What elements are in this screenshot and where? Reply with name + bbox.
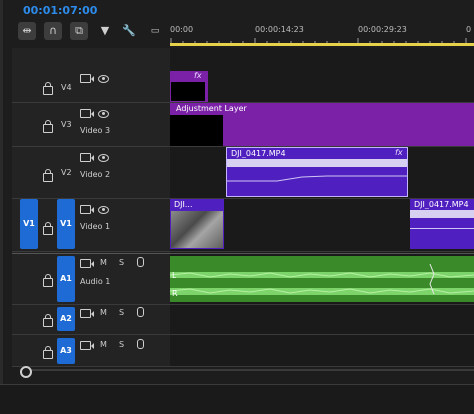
sync-lock-icon[interactable] [80,341,94,350]
sync-lock-icon[interactable] [80,309,94,318]
timecode-display[interactable]: 00:01:07:00 [23,4,97,17]
track-name-v1[interactable]: Video 1 [80,222,110,231]
lock-icon[interactable] [43,222,53,235]
clip-thumbnail [170,115,223,146]
marker-icon[interactable]: ▼ [96,22,114,40]
sync-lock-icon[interactable] [80,74,94,83]
ruler-tick-2: 00:00:29:23 [358,25,407,34]
track-name-v2[interactable]: Video 2 [80,170,110,179]
track-label-v3[interactable]: V3 [61,120,72,129]
panel-border-left [0,0,3,414]
v1-clip-b[interactable]: DJI_0417.MP4 [410,199,474,249]
microphone-icon[interactable] [137,257,144,267]
snap-icon[interactable]: ⇹ [18,22,36,40]
channel-label-left: L [172,271,177,280]
clip-title: DJI... [174,200,193,209]
track-label-v1[interactable]: V1 [57,199,75,249]
keyframe-bar[interactable] [227,159,407,167]
channel-label-right: R [172,289,178,298]
clip-title: DJI_0417.MP4 [231,149,286,158]
sync-lock-icon[interactable] [80,259,94,268]
track-separator [12,304,474,305]
clip-title: DJI_0417.MP4 [414,200,469,209]
track-label-v4[interactable]: V4 [61,83,72,92]
wrench-icon[interactable]: 🔧 [120,22,138,40]
lock-icon[interactable] [43,120,53,133]
mute-button[interactable]: M [100,258,107,267]
solo-button[interactable]: S [119,258,124,267]
ruler-tick-0: 00:00 [170,25,194,34]
keyframe-bar[interactable] [410,210,474,218]
clip-thumbnail [171,211,223,248]
source-patch-v1[interactable]: V1 [20,199,38,249]
clip-title: Adjustment Layer [176,104,247,113]
lock-icon[interactable] [43,274,53,287]
v1-clip-a[interactable]: DJI... [170,199,224,249]
track-label-a1[interactable]: A1 [57,256,75,302]
sync-lock-icon[interactable] [80,109,94,118]
mute-button[interactable]: M [100,308,107,317]
captions-icon[interactable]: ▭ [146,22,164,40]
ruler-tick-3: 0 [466,25,472,34]
eye-icon[interactable] [98,154,109,162]
track-separator [12,198,474,199]
track-name-a1[interactable]: Audio 1 [80,277,110,286]
eye-icon[interactable] [98,75,109,83]
track-separator [12,251,474,252]
panel-footer [0,384,474,414]
mute-button[interactable]: M [100,340,107,349]
lock-icon[interactable] [43,346,53,359]
magnet-icon[interactable]: ∩ [44,22,62,40]
track-name-v3[interactable]: Video 3 [80,126,110,135]
fx-badge: fx [194,71,202,80]
linked-selection-icon[interactable]: ⧉ [70,22,88,40]
v2-clip[interactable]: DJI_0417.MP4 fx [226,147,408,197]
track-label-v2[interactable]: V2 [61,168,72,177]
v4-clip[interactable]: fx [170,71,208,102]
a1-clip[interactable]: L R [170,256,474,302]
track-separator [12,366,474,367]
eye-icon[interactable] [98,206,109,214]
microphone-icon[interactable] [137,339,144,349]
horizontal-scrollbar-track[interactable] [20,369,474,371]
zoom-scroll-handle[interactable] [20,366,32,378]
lock-icon[interactable] [43,169,53,182]
sync-lock-icon[interactable] [80,153,94,162]
solo-button[interactable]: S [119,340,124,349]
lock-icon[interactable] [43,82,53,95]
track-label-a3[interactable]: A3 [57,338,75,364]
track-label-a2[interactable]: A2 [57,307,75,331]
adjustment-layer-clip[interactable]: Adjustment Layer [170,103,474,146]
lock-icon[interactable] [43,314,53,327]
track-separator [12,334,474,335]
fx-badge: fx [395,148,403,157]
microphone-icon[interactable] [137,307,144,317]
ruler-tick-1: 00:00:14:23 [255,25,304,34]
sync-lock-icon[interactable] [80,205,94,214]
opacity-rubber-band[interactable] [410,228,474,229]
work-area-bar[interactable] [170,43,474,46]
solo-button[interactable]: S [119,308,124,317]
opacity-rubber-band[interactable] [227,169,407,189]
audio-waveform [170,263,474,295]
clip-thumbnail [171,82,205,101]
eye-icon[interactable] [98,110,109,118]
video-audio-divider [12,253,474,254]
